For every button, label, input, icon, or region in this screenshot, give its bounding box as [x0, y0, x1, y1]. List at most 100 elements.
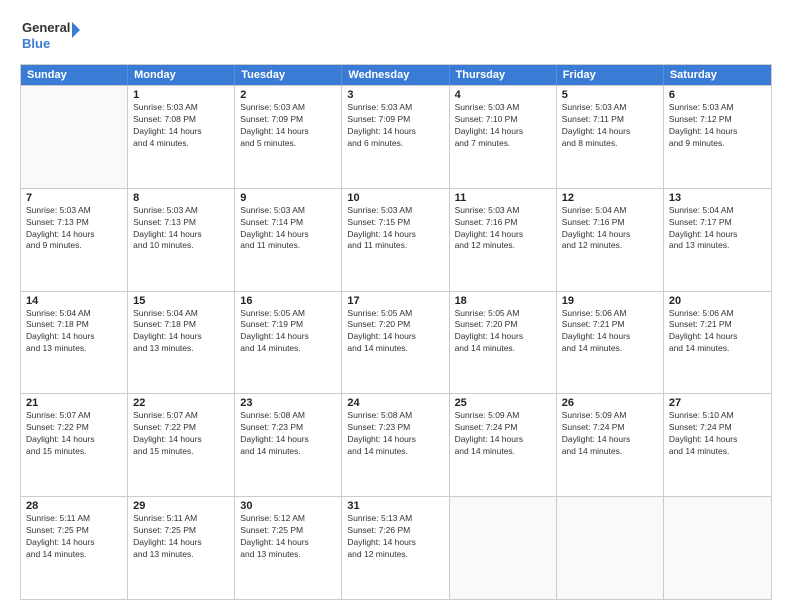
day-cell-18: 18Sunrise: 5:05 AM Sunset: 7:20 PM Dayli… — [450, 292, 557, 394]
day-cell-26: 26Sunrise: 5:09 AM Sunset: 7:24 PM Dayli… — [557, 394, 664, 496]
week-row-5: 28Sunrise: 5:11 AM Sunset: 7:25 PM Dayli… — [21, 496, 771, 599]
day-info: Sunrise: 5:03 AM Sunset: 7:08 PM Dayligh… — [133, 102, 229, 150]
logo: General Blue — [20, 16, 80, 56]
day-cell-29: 29Sunrise: 5:11 AM Sunset: 7:25 PM Dayli… — [128, 497, 235, 599]
day-cell-25: 25Sunrise: 5:09 AM Sunset: 7:24 PM Dayli… — [450, 394, 557, 496]
day-number: 16 — [240, 295, 336, 307]
calendar-body: 1Sunrise: 5:03 AM Sunset: 7:08 PM Daylig… — [21, 85, 771, 599]
day-cell-4: 4Sunrise: 5:03 AM Sunset: 7:10 PM Daylig… — [450, 86, 557, 188]
day-number: 10 — [347, 192, 443, 204]
day-number: 30 — [240, 500, 336, 512]
empty-cell-w4-c6 — [664, 497, 771, 599]
day-cell-24: 24Sunrise: 5:08 AM Sunset: 7:23 PM Dayli… — [342, 394, 449, 496]
day-cell-12: 12Sunrise: 5:04 AM Sunset: 7:16 PM Dayli… — [557, 189, 664, 291]
day-info: Sunrise: 5:05 AM Sunset: 7:20 PM Dayligh… — [347, 308, 443, 356]
day-cell-7: 7Sunrise: 5:03 AM Sunset: 7:13 PM Daylig… — [21, 189, 128, 291]
day-cell-23: 23Sunrise: 5:08 AM Sunset: 7:23 PM Dayli… — [235, 394, 342, 496]
day-info: Sunrise: 5:03 AM Sunset: 7:09 PM Dayligh… — [240, 102, 336, 150]
day-number: 13 — [669, 192, 766, 204]
calendar-header-row: SundayMondayTuesdayWednesdayThursdayFrid… — [21, 65, 771, 85]
day-number: 1 — [133, 89, 229, 101]
day-info: Sunrise: 5:07 AM Sunset: 7:22 PM Dayligh… — [26, 410, 122, 458]
day-number: 14 — [26, 295, 122, 307]
day-number: 6 — [669, 89, 766, 101]
day-cell-11: 11Sunrise: 5:03 AM Sunset: 7:16 PM Dayli… — [450, 189, 557, 291]
day-number: 4 — [455, 89, 551, 101]
day-cell-13: 13Sunrise: 5:04 AM Sunset: 7:17 PM Dayli… — [664, 189, 771, 291]
day-cell-30: 30Sunrise: 5:12 AM Sunset: 7:25 PM Dayli… — [235, 497, 342, 599]
day-info: Sunrise: 5:08 AM Sunset: 7:23 PM Dayligh… — [240, 410, 336, 458]
day-number: 12 — [562, 192, 658, 204]
week-row-3: 14Sunrise: 5:04 AM Sunset: 7:18 PM Dayli… — [21, 291, 771, 394]
day-cell-28: 28Sunrise: 5:11 AM Sunset: 7:25 PM Dayli… — [21, 497, 128, 599]
header-cell-friday: Friday — [557, 65, 664, 85]
header-cell-tuesday: Tuesday — [235, 65, 342, 85]
page: General Blue SundayMondayTuesdayWednesda… — [0, 0, 792, 612]
day-info: Sunrise: 5:13 AM Sunset: 7:26 PM Dayligh… — [347, 513, 443, 561]
week-row-4: 21Sunrise: 5:07 AM Sunset: 7:22 PM Dayli… — [21, 393, 771, 496]
day-info: Sunrise: 5:04 AM Sunset: 7:16 PM Dayligh… — [562, 205, 658, 253]
day-number: 31 — [347, 500, 443, 512]
day-info: Sunrise: 5:09 AM Sunset: 7:24 PM Dayligh… — [562, 410, 658, 458]
header: General Blue — [20, 16, 772, 56]
day-cell-1: 1Sunrise: 5:03 AM Sunset: 7:08 PM Daylig… — [128, 86, 235, 188]
day-cell-10: 10Sunrise: 5:03 AM Sunset: 7:15 PM Dayli… — [342, 189, 449, 291]
day-number: 3 — [347, 89, 443, 101]
day-cell-9: 9Sunrise: 5:03 AM Sunset: 7:14 PM Daylig… — [235, 189, 342, 291]
header-cell-sunday: Sunday — [21, 65, 128, 85]
day-number: 2 — [240, 89, 336, 101]
day-number: 26 — [562, 397, 658, 409]
day-number: 18 — [455, 295, 551, 307]
day-cell-19: 19Sunrise: 5:06 AM Sunset: 7:21 PM Dayli… — [557, 292, 664, 394]
day-number: 7 — [26, 192, 122, 204]
day-number: 29 — [133, 500, 229, 512]
svg-text:Blue: Blue — [22, 36, 50, 51]
day-cell-14: 14Sunrise: 5:04 AM Sunset: 7:18 PM Dayli… — [21, 292, 128, 394]
day-info: Sunrise: 5:04 AM Sunset: 7:17 PM Dayligh… — [669, 205, 766, 253]
day-cell-17: 17Sunrise: 5:05 AM Sunset: 7:20 PM Dayli… — [342, 292, 449, 394]
day-number: 5 — [562, 89, 658, 101]
day-number: 23 — [240, 397, 336, 409]
day-number: 19 — [562, 295, 658, 307]
day-info: Sunrise: 5:03 AM Sunset: 7:16 PM Dayligh… — [455, 205, 551, 253]
day-info: Sunrise: 5:03 AM Sunset: 7:10 PM Dayligh… — [455, 102, 551, 150]
day-cell-22: 22Sunrise: 5:07 AM Sunset: 7:22 PM Dayli… — [128, 394, 235, 496]
logo-svg: General Blue — [20, 16, 80, 56]
day-info: Sunrise: 5:03 AM Sunset: 7:15 PM Dayligh… — [347, 205, 443, 253]
day-info: Sunrise: 5:06 AM Sunset: 7:21 PM Dayligh… — [562, 308, 658, 356]
day-info: Sunrise: 5:08 AM Sunset: 7:23 PM Dayligh… — [347, 410, 443, 458]
day-info: Sunrise: 5:05 AM Sunset: 7:20 PM Dayligh… — [455, 308, 551, 356]
day-number: 27 — [669, 397, 766, 409]
day-info: Sunrise: 5:06 AM Sunset: 7:21 PM Dayligh… — [669, 308, 766, 356]
day-number: 22 — [133, 397, 229, 409]
day-cell-6: 6Sunrise: 5:03 AM Sunset: 7:12 PM Daylig… — [664, 86, 771, 188]
day-info: Sunrise: 5:07 AM Sunset: 7:22 PM Dayligh… — [133, 410, 229, 458]
header-cell-monday: Monday — [128, 65, 235, 85]
day-info: Sunrise: 5:03 AM Sunset: 7:12 PM Dayligh… — [669, 102, 766, 150]
empty-cell-w4-c5 — [557, 497, 664, 599]
svg-text:General: General — [22, 20, 70, 35]
day-number: 21 — [26, 397, 122, 409]
day-info: Sunrise: 5:04 AM Sunset: 7:18 PM Dayligh… — [26, 308, 122, 356]
day-number: 9 — [240, 192, 336, 204]
day-number: 25 — [455, 397, 551, 409]
calendar: SundayMondayTuesdayWednesdayThursdayFrid… — [20, 64, 772, 600]
day-cell-5: 5Sunrise: 5:03 AM Sunset: 7:11 PM Daylig… — [557, 86, 664, 188]
day-number: 15 — [133, 295, 229, 307]
empty-cell-w4-c4 — [450, 497, 557, 599]
day-cell-8: 8Sunrise: 5:03 AM Sunset: 7:13 PM Daylig… — [128, 189, 235, 291]
header-cell-wednesday: Wednesday — [342, 65, 449, 85]
day-info: Sunrise: 5:03 AM Sunset: 7:13 PM Dayligh… — [133, 205, 229, 253]
day-cell-15: 15Sunrise: 5:04 AM Sunset: 7:18 PM Dayli… — [128, 292, 235, 394]
day-cell-3: 3Sunrise: 5:03 AM Sunset: 7:09 PM Daylig… — [342, 86, 449, 188]
day-info: Sunrise: 5:03 AM Sunset: 7:14 PM Dayligh… — [240, 205, 336, 253]
day-cell-2: 2Sunrise: 5:03 AM Sunset: 7:09 PM Daylig… — [235, 86, 342, 188]
day-cell-16: 16Sunrise: 5:05 AM Sunset: 7:19 PM Dayli… — [235, 292, 342, 394]
week-row-1: 1Sunrise: 5:03 AM Sunset: 7:08 PM Daylig… — [21, 85, 771, 188]
day-number: 28 — [26, 500, 122, 512]
day-info: Sunrise: 5:03 AM Sunset: 7:09 PM Dayligh… — [347, 102, 443, 150]
day-info: Sunrise: 5:10 AM Sunset: 7:24 PM Dayligh… — [669, 410, 766, 458]
day-info: Sunrise: 5:03 AM Sunset: 7:13 PM Dayligh… — [26, 205, 122, 253]
day-number: 11 — [455, 192, 551, 204]
day-number: 8 — [133, 192, 229, 204]
